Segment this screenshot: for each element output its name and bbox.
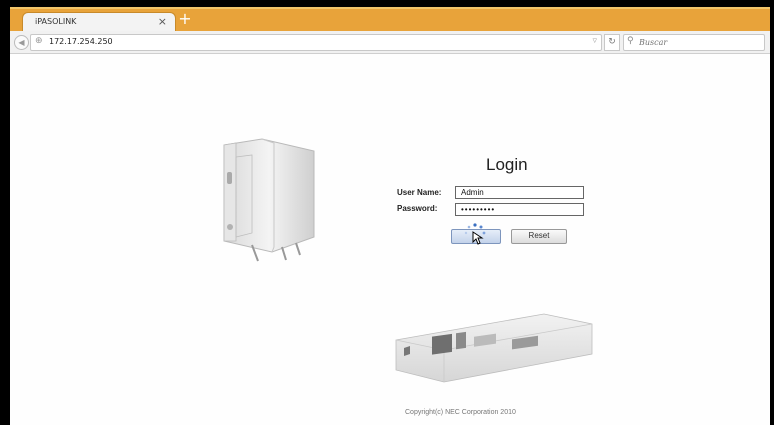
search-box[interactable]: ⚲ — [623, 34, 765, 51]
back-button[interactable]: ◀ — [14, 35, 29, 50]
reload-button[interactable]: ↻ — [604, 34, 620, 51]
reset-button[interactable]: Reset — [511, 229, 567, 244]
username-field[interactable] — [455, 186, 584, 199]
password-field[interactable] — [455, 203, 584, 216]
login-title: Login — [486, 155, 528, 174]
dropdown-arrow-icon[interactable]: ▿ — [592, 36, 597, 46]
indoor-unit-image — [395, 313, 593, 383]
new-tab-button[interactable]: + — [176, 11, 194, 29]
close-tab-icon[interactable]: × — [158, 15, 167, 28]
username-label: User Name: — [397, 188, 442, 197]
mouse-cursor-icon — [472, 231, 484, 245]
password-label: Password: — [397, 204, 438, 213]
radio-unit-image — [223, 138, 315, 262]
tab-strip: iPASOLINK × + — [10, 7, 770, 34]
tab-title: iPASOLINK — [35, 17, 77, 26]
navigation-toolbar: ◀ ⊕ 172.17.254.250 ▿ ↻ ⚲ — [10, 31, 770, 54]
copyright-text: Copyright(c) NEC Corporation 2010 — [405, 409, 516, 416]
search-input[interactable] — [639, 36, 759, 48]
page-content — [10, 54, 770, 425]
search-icon: ⚲ — [627, 36, 634, 46]
url-text: 172.17.254.250 — [49, 37, 113, 46]
globe-icon: ⊕ — [35, 36, 43, 46]
address-bar[interactable]: ⊕ 172.17.254.250 ▿ — [30, 34, 602, 51]
